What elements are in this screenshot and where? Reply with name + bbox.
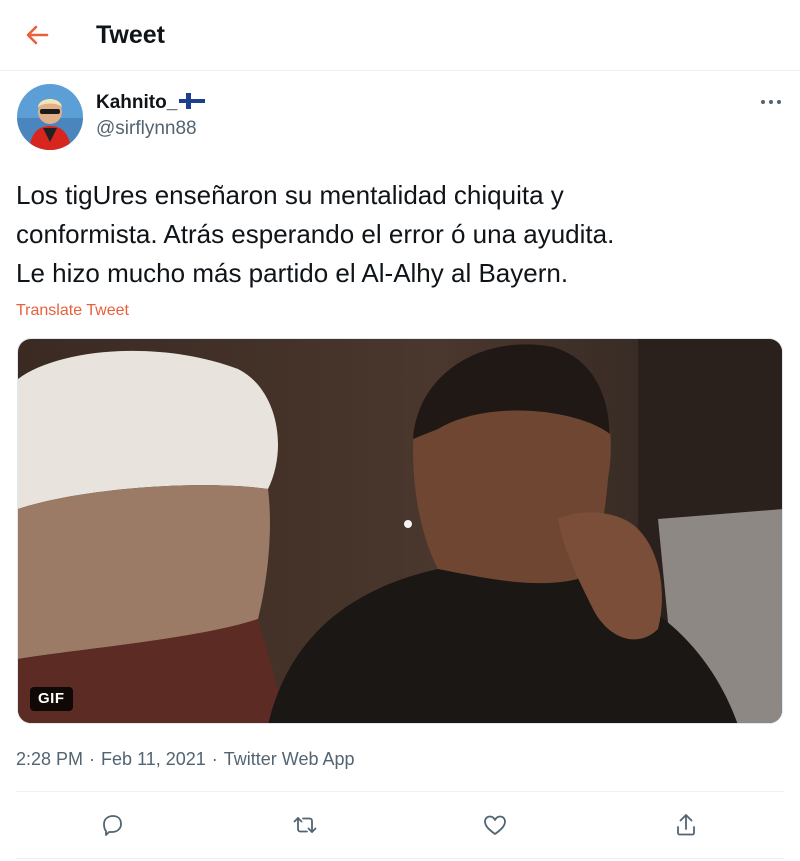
tweet-text-line: Los tigUres enseñaron su mentalidad chiq…: [16, 180, 564, 210]
divider: [16, 858, 784, 859]
separator-dot: ·: [211, 749, 218, 769]
tweet-source[interactable]: Twitter Web App: [224, 749, 355, 769]
author-name[interactable]: Kahnito_: [96, 92, 206, 114]
arrow-left-icon: [26, 25, 49, 45]
page-title: Tweet: [96, 21, 165, 49]
tweet-text-line: conformista. Atrás esperando el error ó …: [16, 219, 615, 249]
tweet-time[interactable]: 2:28 PM: [16, 749, 83, 769]
more-icon: [761, 100, 781, 104]
share-button[interactable]: [669, 808, 703, 842]
avatar[interactable]: [17, 84, 83, 150]
share-icon: [677, 814, 695, 836]
author-name-text: Kahnito_: [96, 92, 178, 113]
reply-button[interactable]: [95, 808, 129, 842]
retweet-icon: [293, 817, 317, 833]
tweet-text-line: Le hizo mucho más partido el Al-Alhy al …: [16, 258, 569, 288]
tweet-text: Los tigUres enseñaron su mentalidad chiq…: [16, 176, 786, 293]
divider: [16, 791, 784, 792]
more-options-button[interactable]: [754, 90, 788, 114]
tweet-date[interactable]: Feb 11, 2021: [101, 749, 206, 769]
top-bar: Tweet: [0, 0, 800, 71]
gif-frame: [18, 339, 782, 723]
retweet-button[interactable]: [288, 808, 322, 842]
like-button[interactable]: [478, 808, 512, 842]
separator-dot: ·: [89, 749, 96, 769]
translate-tweet-link[interactable]: Translate Tweet: [16, 301, 129, 321]
finland-flag-icon: [179, 93, 206, 109]
reply-icon: [103, 815, 122, 836]
back-button[interactable]: [20, 18, 54, 52]
tweet-gif[interactable]: GIF: [17, 338, 783, 724]
like-icon: [484, 815, 506, 835]
gif-badge: GIF: [30, 687, 73, 711]
author-handle[interactable]: @sirflynn88: [96, 118, 197, 140]
tweet-metadata: 2:28 PM · Feb 11, 2021 · Twitter Web App: [16, 748, 355, 770]
